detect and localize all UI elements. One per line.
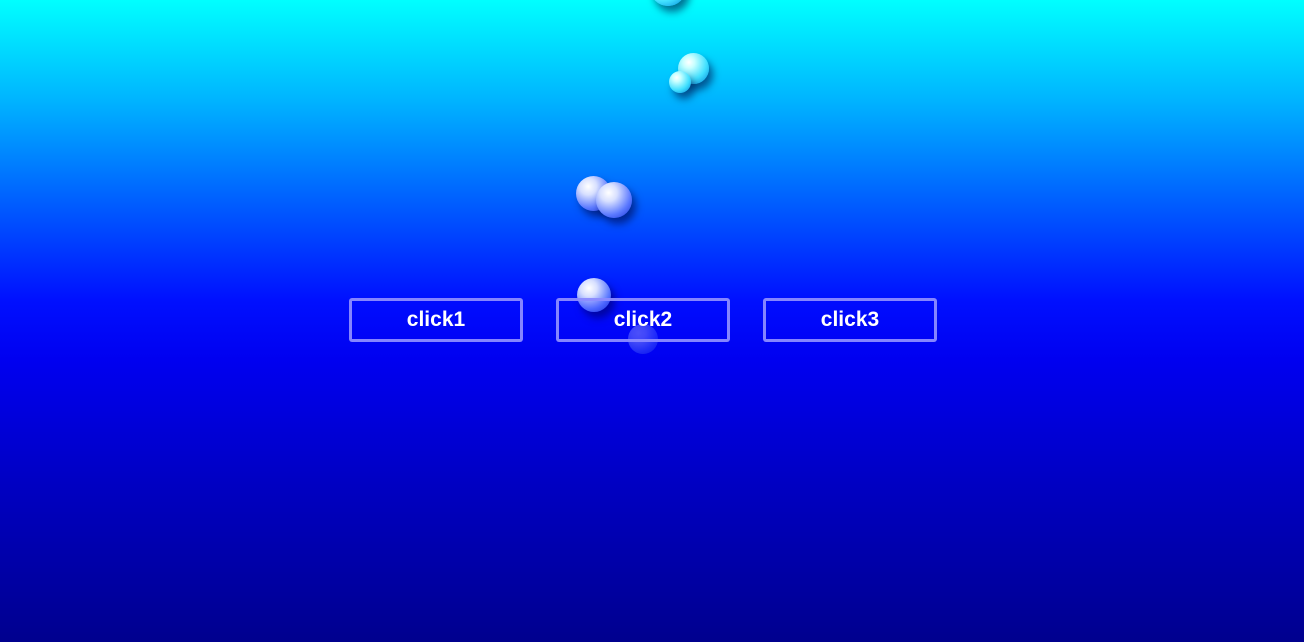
bubble-icon bbox=[669, 71, 691, 93]
click3-button-label: click3 bbox=[820, 308, 880, 331]
click1-button[interactable]: click1 bbox=[349, 298, 523, 342]
button-row: click1 click2 click3 bbox=[349, 298, 937, 342]
bubble-icon bbox=[650, 0, 686, 6]
click3-button[interactable]: click3 bbox=[763, 298, 937, 342]
click2-button-label: click2 bbox=[613, 308, 673, 331]
click1-button-label: click1 bbox=[406, 308, 466, 331]
click2-button[interactable]: click2 bbox=[556, 298, 730, 342]
bubble-icon bbox=[596, 182, 632, 218]
stage-background: click1 click2 click3 bbox=[0, 0, 1304, 642]
